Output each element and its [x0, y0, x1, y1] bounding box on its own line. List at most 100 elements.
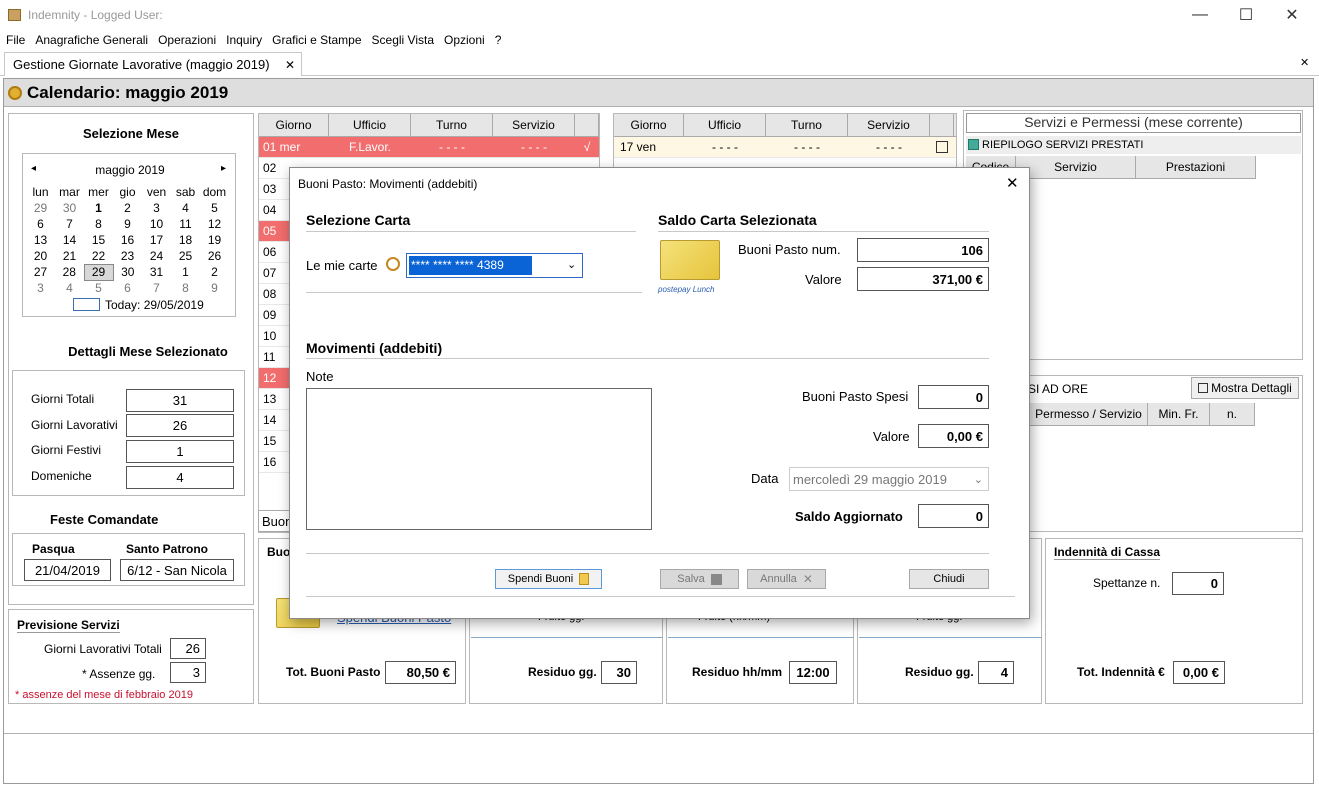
menu-opzioni[interactable]: Opzioni — [444, 33, 485, 47]
calendar-day[interactable]: 9 — [113, 216, 142, 232]
calendar-day[interactable]: 25 — [171, 248, 200, 264]
row-day: 15 — [263, 434, 277, 448]
maximize-button[interactable]: ☐ — [1223, 0, 1269, 30]
calendar-day[interactable]: 13 — [26, 232, 55, 248]
calendar-day[interactable]: 31 — [142, 264, 171, 280]
calendar-day[interactable]: 9 — [200, 280, 229, 296]
calendar-day[interactable]: 29 — [26, 200, 55, 216]
spettanze-value[interactable]: 0 — [1172, 572, 1224, 595]
carta-select[interactable]: **** **** **** 4389 ⌄ — [406, 253, 583, 278]
salva-button[interactable]: Salva — [660, 569, 739, 589]
strip-close-icon[interactable]: ✕ — [1300, 56, 1309, 69]
menu-operazioni[interactable]: Operazioni — [158, 33, 216, 47]
calendar-day[interactable]: 22 — [84, 248, 113, 264]
col-ufficio[interactable]: Ufficio — [329, 114, 411, 136]
col-giorno[interactable]: Giorno — [614, 114, 684, 136]
calendar-day[interactable]: 10 — [142, 216, 171, 232]
calendar-day[interactable]: 4 — [55, 280, 84, 296]
calendar-day[interactable]: 12 — [200, 216, 229, 232]
col-ufficio[interactable]: Ufficio — [684, 114, 766, 136]
calendar-day[interactable]: 3 — [142, 200, 171, 216]
close-button[interactable]: ✕ — [1269, 0, 1315, 30]
calendar-day[interactable]: 27 — [26, 264, 55, 280]
data-picker[interactable]: mercoledì 29 maggio 2019 ⌄ — [789, 467, 989, 491]
col-turno[interactable]: Turno — [766, 114, 848, 136]
le-mie-carte-label: Le mie carte — [306, 258, 378, 273]
calendar-day[interactable]: 4 — [171, 200, 200, 216]
menu-anagrafiche[interactable]: Anagrafiche Generali — [35, 33, 148, 47]
chiudi-button[interactable]: Chiudi — [909, 569, 989, 589]
domeniche-label: Domeniche — [31, 469, 92, 483]
calendar-day[interactable]: 19 — [200, 232, 229, 248]
mostra-dettagli-button[interactable]: Mostra Dettagli — [1191, 377, 1299, 399]
calendar-day[interactable]: 30 — [113, 264, 142, 280]
calendar-day[interactable]: 2 — [200, 264, 229, 280]
col-servizio[interactable]: Servizio — [1016, 156, 1136, 178]
tab-gestione-giornate[interactable]: Gestione Giornate Lavorative (maggio 201… — [4, 52, 302, 76]
today-marker — [73, 298, 100, 311]
spesi-input[interactable]: 0 — [918, 385, 989, 409]
calendar-day[interactable]: 26 — [200, 248, 229, 264]
calendar-day[interactable]: 8 — [171, 280, 200, 296]
calendar-day[interactable]: 20 — [26, 248, 55, 264]
menu-file[interactable]: File — [6, 33, 25, 47]
salva-label: Salva — [677, 573, 705, 585]
calendar-day[interactable]: 18 — [171, 232, 200, 248]
calendar-day[interactable]: 5 — [200, 200, 229, 216]
calendar-day[interactable]: 14 — [55, 232, 84, 248]
col-turno[interactable]: Turno — [411, 114, 493, 136]
note-textarea[interactable] — [306, 388, 652, 530]
menu-help[interactable]: ? — [495, 33, 502, 47]
calendar-day[interactable]: 6 — [26, 216, 55, 232]
pasqua-value: 21/04/2019 — [24, 559, 111, 581]
calendar-day[interactable]: 23 — [113, 248, 142, 264]
col-min-fr[interactable]: Min. Fr. — [1148, 403, 1210, 425]
calendar-day[interactable]: 21 — [55, 248, 84, 264]
calendar-day[interactable]: 30 — [55, 200, 84, 216]
calendar-day[interactable]: 2 — [113, 200, 142, 216]
menu-scegli-vista[interactable]: Scegli Vista — [372, 33, 434, 47]
dialog-close-icon[interactable]: ✕ — [1006, 174, 1019, 192]
annulla-button[interactable]: Annulla ✕ — [747, 569, 826, 589]
calendar-day[interactable]: 7 — [142, 280, 171, 296]
calendar-day[interactable]: 3 — [26, 280, 55, 296]
table-row[interactable]: 17 ven - - - - - - - - - - - - — [614, 137, 956, 158]
calendar-day[interactable]: 16 — [113, 232, 142, 248]
calendar-day[interactable]: 11 — [171, 216, 200, 232]
minimize-button[interactable]: — — [1177, 0, 1223, 30]
today-label[interactable]: Today: 29/05/2019 — [105, 298, 204, 312]
calendar-day[interactable]: 7 — [55, 216, 84, 232]
calendar-day[interactable]: 15 — [84, 232, 113, 248]
giorni-lavorativi-label: Giorni Lavorativi — [31, 418, 118, 432]
servizi-title: Servizi e Permessi (mese corrente) — [966, 113, 1301, 133]
magnifier-icon[interactable] — [386, 257, 400, 271]
calendar-day[interactable]: 5 — [84, 280, 113, 296]
calendar-day[interactable]: 1 — [171, 264, 200, 280]
gear-icon — [8, 85, 22, 100]
calendar-day[interactable]: 17 — [142, 232, 171, 248]
tab-close-icon[interactable]: ✕ — [285, 58, 295, 72]
menu-grafici[interactable]: Grafici e Stampe — [272, 33, 361, 47]
chevron-down-icon: ⌄ — [973, 473, 983, 486]
row-checkbox[interactable] — [930, 141, 954, 153]
col-giorno[interactable]: Giorno — [259, 114, 329, 136]
calendar-day[interactable]: 28 — [55, 264, 84, 280]
calendar-day[interactable]: 24 — [142, 248, 171, 264]
col-permesso[interactable]: Permesso / Servizio — [1030, 403, 1148, 425]
table-row[interactable]: 01 mer F.Lavor. - - - - - - - - √ — [259, 137, 599, 158]
assenze-value[interactable]: 3 — [170, 662, 206, 683]
saldo-agg-label: Saldo Aggiornato — [795, 509, 903, 524]
col-servizio[interactable]: Servizio — [848, 114, 930, 136]
calendar-day[interactable]: 1 — [84, 200, 113, 216]
col-n[interactable]: n. — [1210, 403, 1255, 425]
spendi-buoni-button[interactable]: Spendi Buoni — [495, 569, 602, 589]
menu-inquiry[interactable]: Inquiry — [226, 33, 262, 47]
next-month-icon[interactable]: ▸ — [221, 163, 226, 174]
calendar-day[interactable]: 8 — [84, 216, 113, 232]
row-day: 07 — [263, 266, 277, 280]
col-servizio[interactable]: Servizio — [493, 114, 575, 136]
row-check[interactable]: √ — [575, 140, 599, 154]
calendar-day[interactable]: 6 — [113, 280, 142, 296]
calendar-day-today[interactable]: 29 — [83, 263, 114, 281]
col-prestazioni[interactable]: Prestazioni — [1136, 156, 1256, 178]
